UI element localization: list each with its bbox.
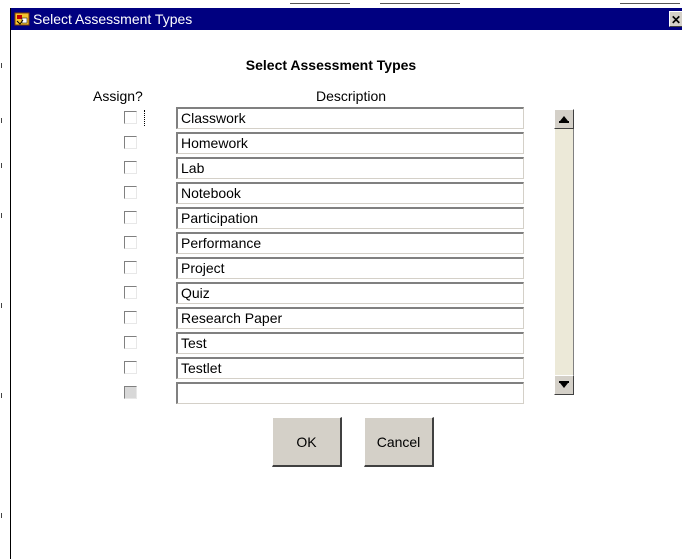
assign-column-header: Assign?: [93, 88, 143, 104]
list-item: Homework: [11, 132, 531, 157]
background-tick: [1, 118, 2, 123]
description-field[interactable]: Project: [176, 257, 524, 279]
list-item: Test: [11, 332, 531, 357]
background-window-left-edge: [0, 8, 10, 559]
close-button[interactable]: ✕: [669, 11, 682, 27]
list-item: Project: [11, 257, 531, 282]
background-window-edge: [0, 0, 682, 8]
app-window-icon: [14, 11, 30, 27]
arrow-down-icon: [559, 381, 569, 388]
assign-checkbox[interactable]: [124, 236, 137, 249]
list-item: Testlet: [11, 357, 531, 382]
assign-checkbox[interactable]: [124, 361, 137, 374]
assign-checkbox[interactable]: [124, 161, 137, 174]
description-field-empty[interactable]: [176, 382, 524, 404]
list-item: Lab: [11, 157, 531, 182]
list-item: Performance: [11, 232, 531, 257]
description-field[interactable]: Classwork: [176, 107, 524, 129]
close-icon: ✕: [670, 13, 682, 27]
list-item: Classwork: [11, 107, 531, 132]
ok-button[interactable]: OK: [272, 417, 342, 467]
assign-checkbox[interactable]: [124, 186, 137, 199]
vertical-scrollbar[interactable]: [554, 109, 574, 395]
assign-checkbox[interactable]: [124, 261, 137, 274]
assign-checkbox[interactable]: [124, 336, 137, 349]
select-assessment-types-dialog: Select Assessment Types ✕ Select Assessm…: [10, 8, 682, 559]
background-tick: [1, 213, 2, 218]
scroll-down-button[interactable]: [554, 375, 574, 395]
assign-checkbox[interactable]: [124, 111, 137, 124]
description-field[interactable]: Notebook: [176, 182, 524, 204]
assign-checkbox[interactable]: [124, 311, 137, 324]
background-divider: [620, 3, 680, 4]
list-item: Notebook: [11, 182, 531, 207]
dialog-heading: Select Assessment Types: [245, 57, 417, 73]
description-column-header: Description: [315, 88, 387, 104]
description-field[interactable]: Lab: [176, 157, 524, 179]
description-field[interactable]: Testlet: [176, 357, 524, 379]
background-tick: [1, 513, 2, 518]
assign-checkbox[interactable]: [124, 286, 137, 299]
description-field[interactable]: Homework: [176, 132, 524, 154]
background-divider: [380, 3, 460, 4]
window-title: Select Assessment Types: [33, 11, 193, 27]
description-field[interactable]: Performance: [176, 232, 524, 254]
background-tick: [1, 393, 2, 398]
list-item: Research Paper: [11, 307, 531, 332]
title-bar[interactable]: Select Assessment Types ✕: [11, 8, 682, 30]
assign-checkbox[interactable]: [124, 211, 137, 224]
list-item: Participation: [11, 207, 531, 232]
cancel-button[interactable]: Cancel: [364, 417, 434, 467]
assign-checkbox[interactable]: [124, 136, 137, 149]
background-divider: [290, 3, 350, 4]
background-tick: [1, 63, 2, 68]
background-tick: [1, 163, 2, 168]
arrow-up-icon: [559, 116, 569, 123]
description-field[interactable]: Participation: [176, 207, 524, 229]
description-field[interactable]: Research Paper: [176, 307, 524, 329]
assign-checkbox-disabled: [124, 386, 137, 399]
scrollbar-thumb[interactable]: [554, 129, 574, 375]
list-item: [11, 382, 531, 407]
background-tick: [1, 303, 2, 308]
description-field[interactable]: Test: [176, 332, 524, 354]
description-field[interactable]: Quiz: [176, 282, 524, 304]
list-item: Quiz: [11, 282, 531, 307]
scroll-up-button[interactable]: [554, 109, 574, 129]
focus-indicator: [144, 110, 146, 126]
